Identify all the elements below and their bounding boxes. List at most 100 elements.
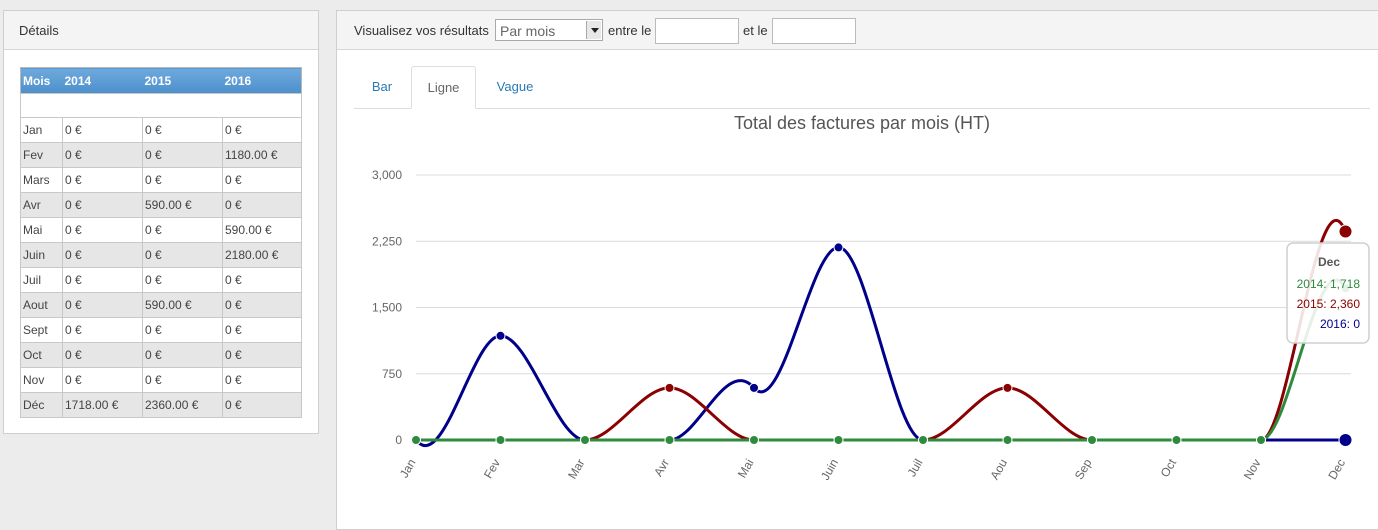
tooltip-line-2014: 2014: 1,718 xyxy=(1297,277,1361,291)
line-chart: Total des factures par mois (HT) 0 750 1,50… xyxy=(372,113,1370,483)
cell-y2014: 0 € xyxy=(62,267,143,293)
details-table-empty-row xyxy=(20,93,302,118)
cell-month: Nov xyxy=(20,367,63,393)
cell-month: Jan xyxy=(20,117,63,143)
cell-y2016: 0 € xyxy=(222,317,302,343)
cell-y2015: 0 € xyxy=(142,142,223,168)
cell-y2014: 0 € xyxy=(62,117,143,143)
x-tick-label: Jan xyxy=(397,457,419,481)
table-row: Jan 0 €0 €0 € xyxy=(20,117,302,143)
empty-cell xyxy=(20,93,302,118)
cell-month: Aout xyxy=(20,292,63,318)
data-point-2014 xyxy=(1002,435,1013,445)
data-point-2016 xyxy=(833,242,844,253)
data-point-2014 xyxy=(1087,435,1097,445)
cell-month: Mai xyxy=(20,217,63,243)
y-tick-label: 1,500 xyxy=(372,301,402,315)
table-row: Aout 0 €590.00 €0 € xyxy=(20,292,302,318)
x-tick-label: Fev xyxy=(481,457,503,481)
x-tick-label: Sep xyxy=(1072,456,1095,482)
header-2014: 2014 xyxy=(62,67,143,94)
table-row: Déc 1718.00 €2360.00 €0 € xyxy=(20,392,302,418)
x-tick-label: Dec xyxy=(1325,457,1348,482)
table-row: Juin 0 €0 €2180.00 € xyxy=(20,242,302,268)
x-tick-label: Mar xyxy=(565,457,587,482)
tooltip-category: Dec xyxy=(1318,255,1340,269)
cell-y2016: 0 € xyxy=(222,267,302,293)
cell-y2016: 1180.00 € xyxy=(222,142,302,168)
cell-y2014: 0 € xyxy=(62,292,143,318)
cell-y2015: 590.00 € xyxy=(142,192,223,218)
cell-y2015: 0 € xyxy=(142,317,223,343)
tooltip-line-2016: 2016: 0 xyxy=(1320,317,1360,331)
x-tick-label: Oct xyxy=(1158,456,1180,480)
cell-y2016: 0 € xyxy=(222,117,302,143)
table-row: Avr 0 €590.00 €0 € xyxy=(20,192,302,218)
cell-y2014: 0 € xyxy=(62,167,143,193)
cell-y2015: 590.00 € xyxy=(142,292,223,318)
table-row: Sept 0 €0 €0 € xyxy=(20,317,302,343)
table-row: Juil 0 €0 €0 € xyxy=(20,267,302,293)
x-tick-label: Avr xyxy=(651,457,672,479)
cell-y2015: 0 € xyxy=(142,367,223,393)
header-mois: Mois xyxy=(20,67,63,94)
y-tick-label: 2,250 xyxy=(372,234,402,248)
data-point-2016 xyxy=(749,382,759,393)
cell-y2014: 0 € xyxy=(62,342,143,368)
data-point-2016 xyxy=(1338,433,1353,447)
cell-month: Fev xyxy=(20,142,63,168)
cell-month: Sept xyxy=(20,317,63,343)
series-line-2015 xyxy=(415,218,1347,442)
details-table-header-row: Mois 2014 2015 2016 xyxy=(20,67,302,94)
chart-panel: Visualisez vos résultats Par mois entre … xyxy=(336,10,1378,530)
cell-y2014: 0 € xyxy=(62,317,143,343)
table-row: Oct 0 €0 €0 € xyxy=(20,342,302,368)
cell-y2014: 0 € xyxy=(62,142,143,168)
cell-y2015: 0 € xyxy=(142,117,223,143)
details-panel: Détails Mois 2014 2015 2016 Jan 0 €0 €0 €… xyxy=(3,10,319,434)
data-point-2014 xyxy=(664,435,675,445)
data-point-2014 xyxy=(918,435,928,445)
table-row: Fev 0 €0 €1180.00 € xyxy=(20,142,302,168)
tooltip-line-2015: 2015: 2,360 xyxy=(1297,297,1361,311)
series-line-2014 xyxy=(415,278,1347,442)
cell-y2014: 0 € xyxy=(62,367,143,393)
cell-month: Oct xyxy=(20,342,63,368)
cell-month: Juin xyxy=(20,242,63,268)
details-table: Mois 2014 2015 2016 Jan 0 €0 €0 € Fev 0 €0 … xyxy=(20,67,302,418)
x-tick-label: Mai xyxy=(735,457,757,481)
cell-y2016: 2180.00 € xyxy=(222,242,302,268)
cell-y2016: 0 € xyxy=(222,192,302,218)
x-tick-label: Aou xyxy=(987,457,1010,482)
x-tick-label: Juin xyxy=(818,457,841,483)
data-point-2014 xyxy=(833,435,844,445)
cell-month: Avr xyxy=(20,192,63,218)
data-point-2014 xyxy=(749,435,759,445)
data-point-2014 xyxy=(1171,435,1182,445)
x-tick-label: Juil xyxy=(904,457,925,480)
header-2015: 2015 xyxy=(142,67,223,94)
data-point-2015 xyxy=(1338,224,1353,239)
cell-y2016: 0 € xyxy=(222,342,302,368)
data-point-2014 xyxy=(495,435,506,445)
details-panel-title: Détails xyxy=(19,23,59,38)
data-point-2015 xyxy=(664,382,675,393)
cell-month: Mars xyxy=(20,167,63,193)
cell-y2014: 0 € xyxy=(62,192,143,218)
data-point-2016 xyxy=(495,330,506,341)
details-table-body: Jan 0 €0 €0 € Fev 0 €0 €1180.00 € Mars 0 €0 €… xyxy=(20,93,302,418)
cell-y2016: 590.00 € xyxy=(222,217,302,243)
chart-title: Total des factures par mois (HT) xyxy=(734,113,990,133)
cell-month: Juil xyxy=(20,267,63,293)
cell-y2015: 0 € xyxy=(142,242,223,268)
data-point-2014 xyxy=(1256,435,1266,445)
series-line-2016 xyxy=(414,245,1346,447)
cell-y2016: 0 € xyxy=(222,392,302,418)
table-row: Nov 0 €0 €0 € xyxy=(20,367,302,393)
cell-y2015: 0 € xyxy=(142,217,223,243)
x-tick-label: Nov xyxy=(1241,457,1264,482)
cell-y2016: 0 € xyxy=(222,167,302,193)
y-tick-label: 750 xyxy=(382,367,402,381)
cell-y2014: 0 € xyxy=(62,242,143,268)
y-tick-label: 3,000 xyxy=(372,168,402,182)
